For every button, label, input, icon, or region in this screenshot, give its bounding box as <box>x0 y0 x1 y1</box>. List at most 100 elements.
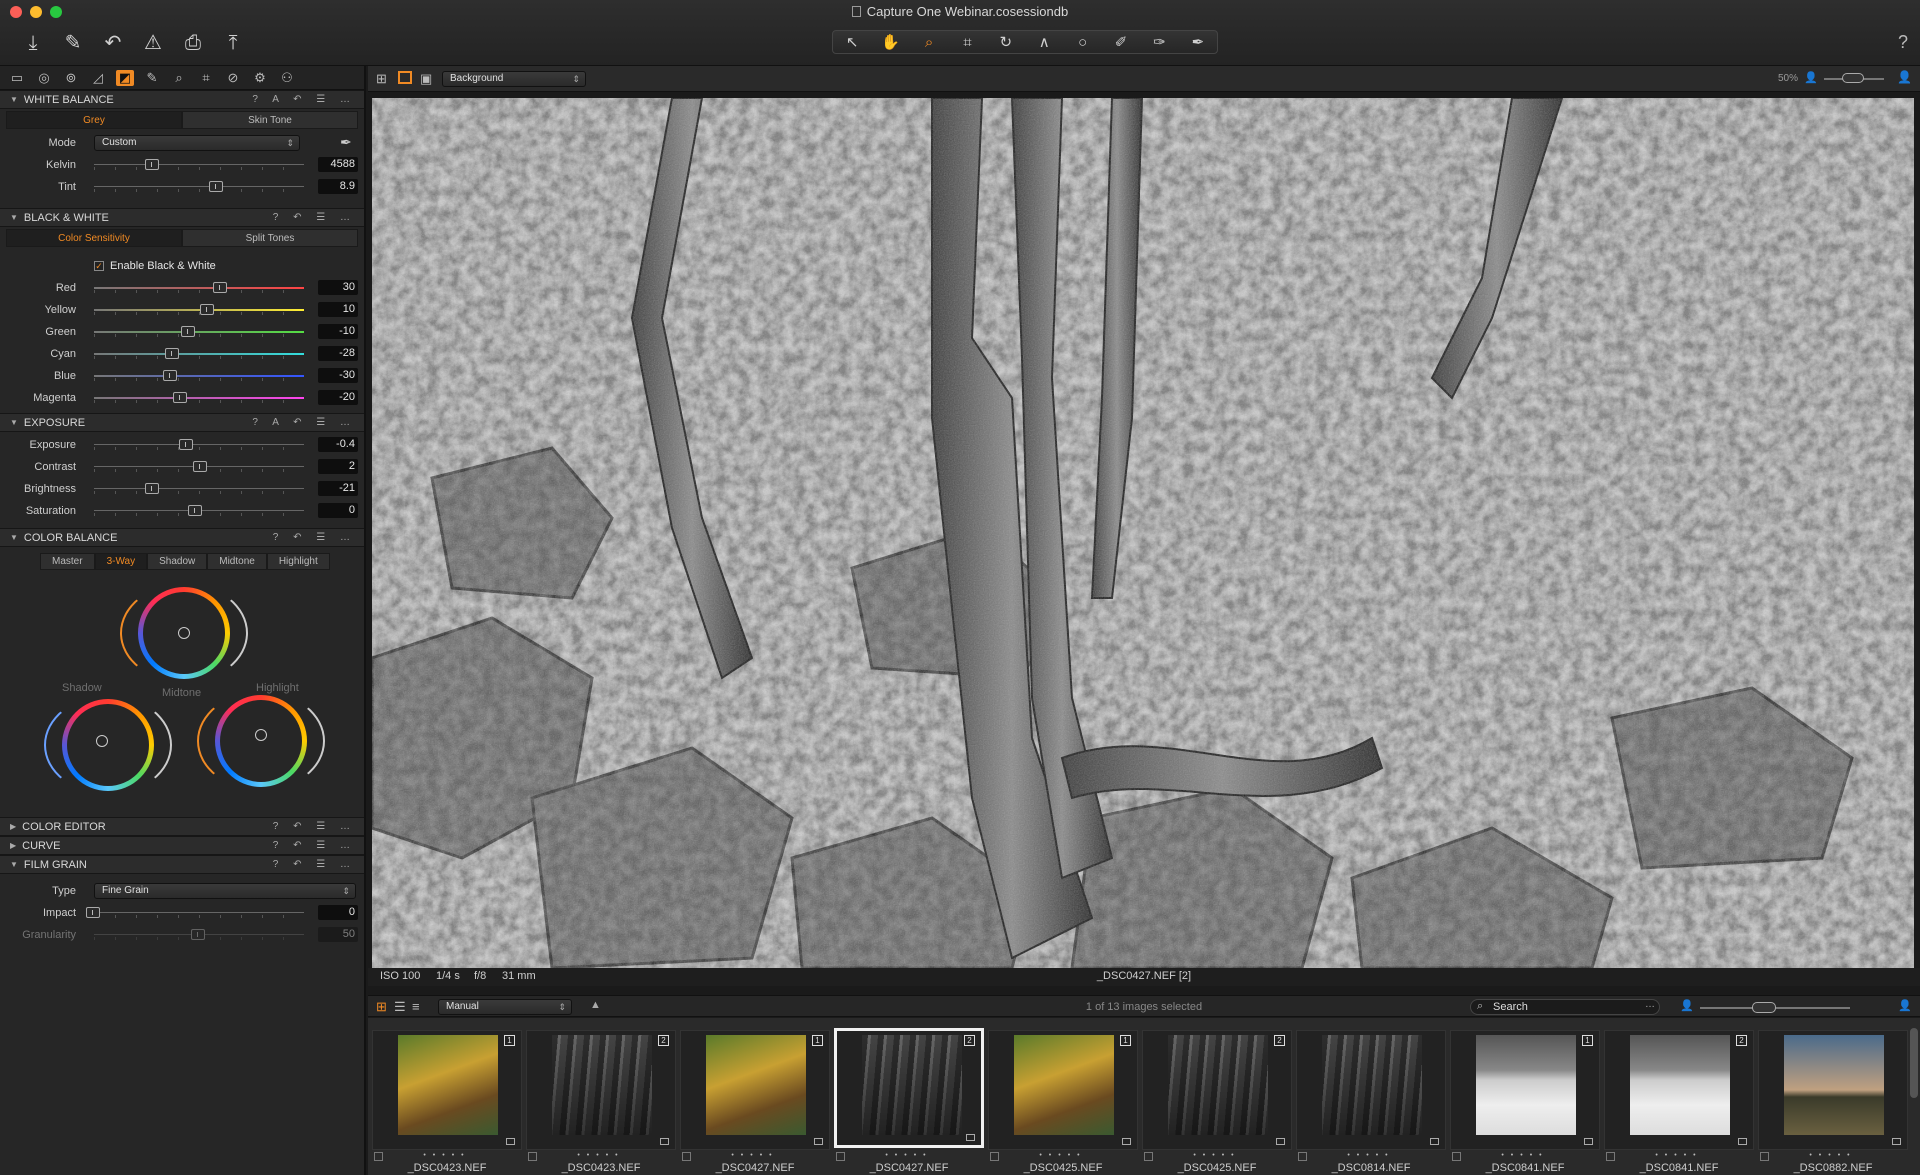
section-controls[interactable]: ? ↶ ☰ … <box>273 212 356 223</box>
exposure-value[interactable]: 2 <box>318 459 358 474</box>
channel-value[interactable]: -28 <box>318 346 358 361</box>
exposure-slider-track[interactable] <box>94 444 304 445</box>
proof-view-icon[interactable]: ▣ <box>420 71 432 87</box>
color-tab-icon[interactable]: ◩ <box>116 69 134 86</box>
channel-slider-track[interactable] <box>94 353 304 355</box>
thumbnail[interactable]: 2 <box>1604 1030 1754 1150</box>
rating-stars[interactable]: ••••• <box>526 1150 676 1162</box>
section-controls[interactable]: ? ↶ ☰ … <box>273 532 356 543</box>
tab-split-tones[interactable]: Split Tones <box>182 229 358 247</box>
channel-slider-knob[interactable] <box>165 348 179 359</box>
color-editor-header[interactable]: ▶ COLOR EDITOR ? ↶ ☰ … <box>0 817 364 836</box>
impact-slider-knob[interactable] <box>86 907 100 918</box>
tab-highlight[interactable]: Highlight <box>266 553 330 570</box>
rating-stars[interactable]: ••••• <box>1296 1150 1446 1162</box>
exposure-tab-icon[interactable]: ◿ <box>89 70 107 86</box>
tint-slider-knob[interactable] <box>209 181 223 192</box>
channel-slider-knob[interactable] <box>213 282 227 293</box>
exposure-header[interactable]: ▼ EXPOSURE ? A ↶ ☰ … <box>0 413 364 432</box>
color-balance-header[interactable]: ▼ COLOR BALANCE ? ↶ ☰ … <box>0 528 364 547</box>
thumbnail[interactable]: 2 <box>526 1030 676 1150</box>
section-controls[interactable]: ? ↶ ☰ … <box>273 859 356 870</box>
exposure-slider-knob[interactable] <box>193 461 207 472</box>
channel-slider-knob[interactable] <box>181 326 195 337</box>
filmstrip-scrollbar[interactable] <box>1910 1028 1918 1098</box>
thumbnail[interactable]: 1 <box>988 1030 1138 1150</box>
channel-slider-track[interactable] <box>94 375 304 377</box>
impact-value[interactable]: 0 <box>318 905 358 920</box>
rating-stars[interactable]: ••••• <box>988 1150 1138 1162</box>
rating-stars[interactable]: ••••• <box>834 1150 984 1162</box>
select-checkbox[interactable] <box>1606 1152 1615 1161</box>
section-controls[interactable]: ? A ↶ ☰ … <box>252 417 356 428</box>
channel-slider-knob[interactable] <box>163 370 177 381</box>
draw-mask-icon[interactable]: ✐ <box>1102 33 1140 51</box>
exposure-slider-knob[interactable] <box>145 483 159 494</box>
image-viewer[interactable] <box>372 98 1914 968</box>
exposure-value[interactable]: -0.4 <box>318 437 358 452</box>
exposure-slider-track[interactable] <box>94 488 304 489</box>
wb-mode-select[interactable]: Custom <box>94 135 300 151</box>
undo-icon[interactable]: ↶ <box>100 30 126 56</box>
capture-tab-icon[interactable]: ◎ <box>35 70 53 86</box>
tint-slider-track[interactable] <box>94 186 304 187</box>
details-tab-icon[interactable]: ✎ <box>143 70 161 86</box>
thumbnail[interactable]: 2 <box>1142 1030 1292 1150</box>
rating-stars[interactable]: ••••• <box>680 1150 830 1162</box>
library-tab-icon[interactable]: ▭ <box>8 70 26 86</box>
rating-stars[interactable]: ••••• <box>1604 1150 1754 1162</box>
rotate-icon[interactable]: ↻ <box>987 33 1025 51</box>
exposure-slider-knob[interactable] <box>188 505 202 516</box>
select-checkbox[interactable] <box>1144 1152 1153 1161</box>
tab-shadow[interactable]: Shadow <box>147 553 208 570</box>
output-tab-icon[interactable]: ⚙ <box>251 70 269 86</box>
channel-slider-knob[interactable] <box>173 392 187 403</box>
help-icon[interactable]: ? <box>1898 32 1908 53</box>
shadow-wheel-handle[interactable] <box>96 735 108 747</box>
eyedropper-icon[interactable]: ✒ <box>340 134 352 151</box>
crop-icon[interactable]: ⌗ <box>948 34 986 51</box>
enable-bw-checkbox[interactable]: ✓ <box>94 261 104 271</box>
keystone-icon[interactable]: ∧ <box>1025 33 1063 51</box>
channel-slider-knob[interactable] <box>200 304 214 315</box>
channel-slider-track[interactable] <box>94 331 304 333</box>
select-checkbox[interactable] <box>1760 1152 1769 1161</box>
settings-tab-icon[interactable]: ⚇ <box>278 70 296 86</box>
black-white-header[interactable]: ▼ BLACK & WHITE ? ↶ ☰ … <box>0 208 364 227</box>
lens-tab-icon[interactable]: ⊚ <box>62 70 80 86</box>
picker-icon[interactable]: ✒ <box>1179 33 1217 51</box>
grain-type-select[interactable]: Fine Grain <box>94 883 356 899</box>
crop-tab-icon[interactable]: ⌗ <box>197 70 215 86</box>
import-icon[interactable]: ⤓ <box>20 30 46 56</box>
curve-header[interactable]: ▶ CURVE ? ↶ ☰ … <box>0 836 364 855</box>
select-cursor-icon[interactable]: ↖ <box>833 33 871 51</box>
tab-master[interactable]: Master <box>40 553 95 570</box>
impact-slider-track[interactable] <box>94 912 304 913</box>
zoom-slider-knob[interactable] <box>1842 73 1864 83</box>
local-adjust-tab-icon[interactable]: ⌕ <box>170 70 188 86</box>
section-controls[interactable]: ? ↶ ☰ … <box>273 840 356 851</box>
channel-value[interactable]: -10 <box>318 324 358 339</box>
warning-icon[interactable]: ⚠ <box>140 30 166 56</box>
kelvin-value[interactable]: 4588 <box>318 157 358 172</box>
highlight-level-arc[interactable] <box>197 691 325 791</box>
tint-value[interactable]: 8.9 <box>318 179 358 194</box>
zoom-icon[interactable]: ⌕ <box>910 34 948 51</box>
section-controls[interactable]: ? ↶ ☰ … <box>273 821 356 832</box>
channel-slider-track[interactable] <box>94 287 304 289</box>
search-field[interactable]: ⌕ Search … <box>1470 999 1660 1015</box>
highlight-wheel-handle[interactable] <box>255 729 267 741</box>
spot-removal-icon[interactable]: ○ <box>1063 34 1101 51</box>
tab-grey[interactable]: Grey <box>6 111 182 129</box>
background-select[interactable]: Background <box>442 71 586 87</box>
print-icon[interactable]: ⎙ <box>180 30 206 56</box>
select-checkbox[interactable] <box>528 1152 537 1161</box>
exposure-slider-knob[interactable] <box>179 439 193 450</box>
export-icon[interactable]: ⤒ <box>220 30 246 56</box>
rating-stars[interactable]: ••••• <box>372 1150 522 1162</box>
select-checkbox[interactable] <box>990 1152 999 1161</box>
kelvin-slider-track[interactable] <box>94 164 304 165</box>
select-checkbox[interactable] <box>374 1152 383 1161</box>
thumbnail[interactable]: 1 <box>680 1030 830 1150</box>
thumbnail[interactable] <box>1296 1030 1446 1150</box>
